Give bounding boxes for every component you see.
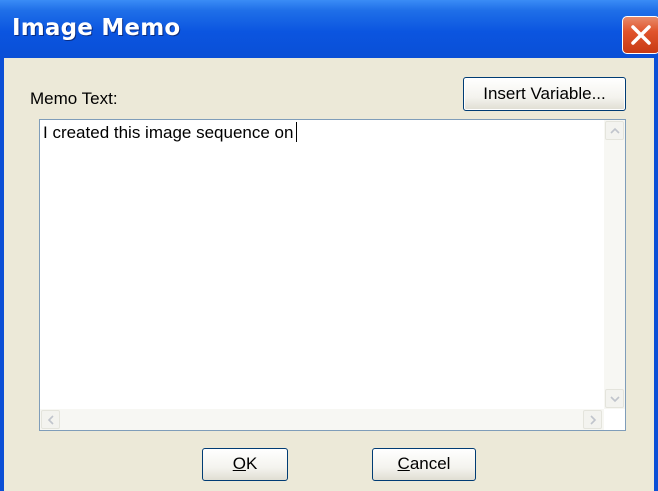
close-x-icon <box>631 25 651 45</box>
scroll-down-button[interactable] <box>605 389 624 408</box>
memo-text-value: I created this image sequence on <box>43 123 294 142</box>
dialog-window: Image Memo Memo Text: Insert Variable...… <box>0 0 658 491</box>
ok-label-rest: K <box>245 454 258 473</box>
chevron-right-icon <box>590 415 597 425</box>
cancel-button[interactable]: Cancel <box>372 448 476 481</box>
scroll-right-button[interactable] <box>583 410 602 429</box>
window-title: Image Memo <box>12 15 181 41</box>
chevron-up-icon <box>610 127 620 134</box>
title-bar[interactable]: Image Memo <box>0 0 658 58</box>
vertical-scrollbar[interactable] <box>604 120 625 409</box>
memo-textarea[interactable]: I created this image sequence on <box>39 119 626 431</box>
cancel-mnemonic: C <box>397 454 410 473</box>
window-border-right <box>654 58 658 491</box>
chevron-down-icon <box>610 396 620 403</box>
scroll-up-button[interactable] <box>605 121 624 140</box>
close-button[interactable] <box>622 16 658 54</box>
ok-mnemonic: O <box>232 454 246 473</box>
memo-text-content: I created this image sequence on <box>43 122 298 143</box>
text-caret <box>296 122 298 142</box>
scrollbar-corner <box>604 409 625 430</box>
horizontal-scrollbar[interactable] <box>40 409 604 430</box>
ok-button[interactable]: OK <box>202 448 288 481</box>
insert-variable-button[interactable]: Insert Variable... <box>463 77 626 111</box>
memo-text-label: Memo Text: <box>30 89 118 108</box>
chevron-left-icon <box>47 415 54 425</box>
scroll-left-button[interactable] <box>41 410 60 429</box>
cancel-label-rest: ancel <box>409 454 451 473</box>
